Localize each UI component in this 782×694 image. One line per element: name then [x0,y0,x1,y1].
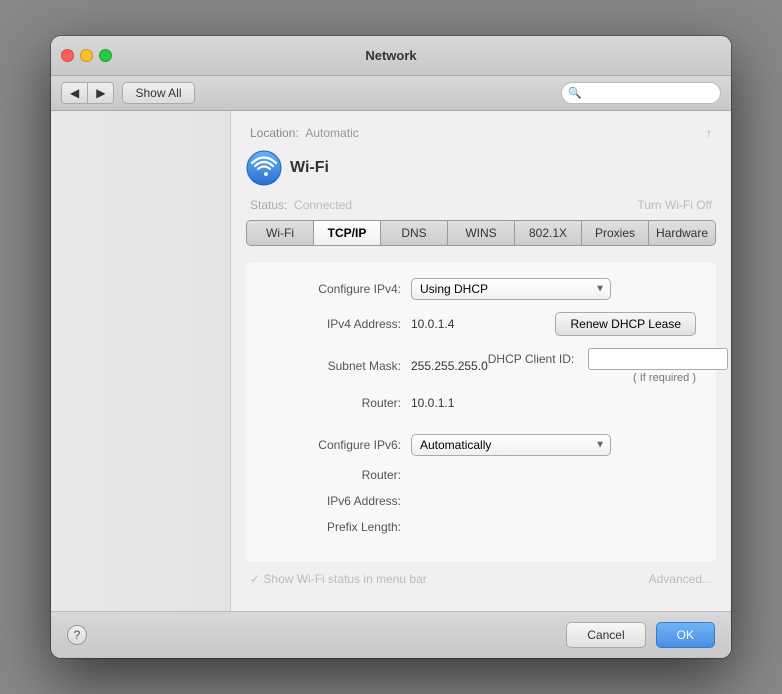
tab-proxies[interactable]: Proxies [582,221,649,245]
sidebar [51,111,231,611]
status-value-blurred: Connected [294,198,352,212]
show-all-button[interactable]: Show All [122,82,194,104]
search-box: 🔍 [561,82,721,104]
wifi-icon [246,150,282,186]
configure-ipv4-select[interactable]: Using DHCP Manually Off [411,278,611,300]
configure-ipv4-label: Configure IPv4: [266,282,411,296]
help-button[interactable]: ? [67,625,87,645]
dhcp-client-input[interactable] [588,348,728,370]
status-label-blurred: Status: Connected [250,198,352,212]
advanced-blurred: Advanced... [649,572,712,586]
maximize-button[interactable] [99,49,112,62]
form-section: Configure IPv4: Using DHCP Manually Off … [246,262,716,562]
main-panel: Location: Automatic ↑ [231,111,731,611]
ipv4-address-row: IPv4 Address: 10.0.1.4 Renew DHCP Lease [266,312,696,336]
tab-wifi[interactable]: Wi-Fi [247,221,314,245]
location-label: Location: Automatic [250,126,359,140]
tab-dns[interactable]: DNS [381,221,448,245]
router-label: Router: [266,396,411,410]
location-bar: Location: Automatic ↑ [246,126,716,140]
router6-row: Router: [266,468,696,482]
minimize-button[interactable] [80,49,93,62]
titlebar: Network [51,36,731,76]
show-wifi-status-blurred: ✓ Show Wi-Fi status in menu bar [250,572,427,586]
ipv4-address-label: IPv4 Address: [266,317,411,331]
turn-wifi-off-blurred: Turn Wi-Fi Off [637,198,712,212]
router-row: Router: 10.0.1.1 [266,396,696,410]
ipv6-address-row: IPv6 Address: [266,494,696,508]
search-input[interactable] [561,82,721,104]
location-value: Automatic [305,126,358,140]
dhcp-client-row: DHCP Client ID: [488,348,696,370]
subnet-mask-row: Subnet Mask: 255.255.255.0 DHCP Client I… [266,348,696,384]
window-title: Network [365,48,416,63]
traffic-lights [61,49,112,62]
search-icon: 🔍 [568,87,582,100]
tab-bar: Wi-Fi TCP/IP DNS WINS 802.1X Proxies Har… [246,220,716,246]
ok-button[interactable]: OK [656,622,715,648]
status-row: Status: Connected Turn Wi-Fi Off [246,198,716,212]
inner-bottom-bar: ✓ Show Wi-Fi status in menu bar Advanced… [246,572,716,586]
router6-label: Router: [266,468,411,482]
bottom-bar: ? Cancel OK [51,611,731,658]
ipv4-address-value: 10.0.1.4 [411,317,454,331]
configure-ipv6-row: Configure IPv6: Automatically Manually O… [266,434,696,456]
if-required-text: ( If required ) [488,370,696,384]
back-button[interactable]: ◀ [61,82,88,104]
renew-dhcp-button[interactable]: Renew DHCP Lease [555,312,696,336]
router-value: 10.0.1.1 [411,396,454,410]
cancel-button[interactable]: Cancel [566,622,645,648]
prefix-length-label: Prefix Length: [266,520,411,534]
location-right: ↑ [706,126,712,140]
configure-ipv6-label: Configure IPv6: [266,438,411,452]
ipv6-address-label: IPv6 Address: [266,494,411,508]
subnet-mask-value: 255.255.255.0 [411,359,488,373]
wifi-name: Wi-Fi [290,159,329,177]
subnet-mask-label: Subnet Mask: [266,359,411,373]
tab-8021x[interactable]: 802.1X [515,221,582,245]
wifi-header: Wi-Fi [246,150,716,186]
dhcp-client-label: DHCP Client ID: [488,352,580,366]
content-area: Location: Automatic ↑ [51,111,731,611]
prefix-length-row: Prefix Length: [266,520,696,534]
nav-buttons: ◀ ▶ [61,82,114,104]
tab-hardware[interactable]: Hardware [649,221,715,245]
toolbar: ◀ ▶ Show All 🔍 [51,76,731,111]
configure-ipv6-select[interactable]: Automatically Manually Off [411,434,611,456]
configure-ipv4-row: Configure IPv4: Using DHCP Manually Off … [266,278,696,300]
network-window: Network ◀ ▶ Show All 🔍 Location: Automat… [51,36,731,658]
close-button[interactable] [61,49,74,62]
configure-ipv6-select-wrap: Automatically Manually Off ▼ [411,434,611,456]
tab-wins[interactable]: WINS [448,221,515,245]
spacer [266,422,696,434]
configure-ipv4-select-wrap: Using DHCP Manually Off ▼ [411,278,611,300]
forward-button[interactable]: ▶ [88,82,114,104]
tab-tcpip[interactable]: TCP/IP [314,221,381,245]
